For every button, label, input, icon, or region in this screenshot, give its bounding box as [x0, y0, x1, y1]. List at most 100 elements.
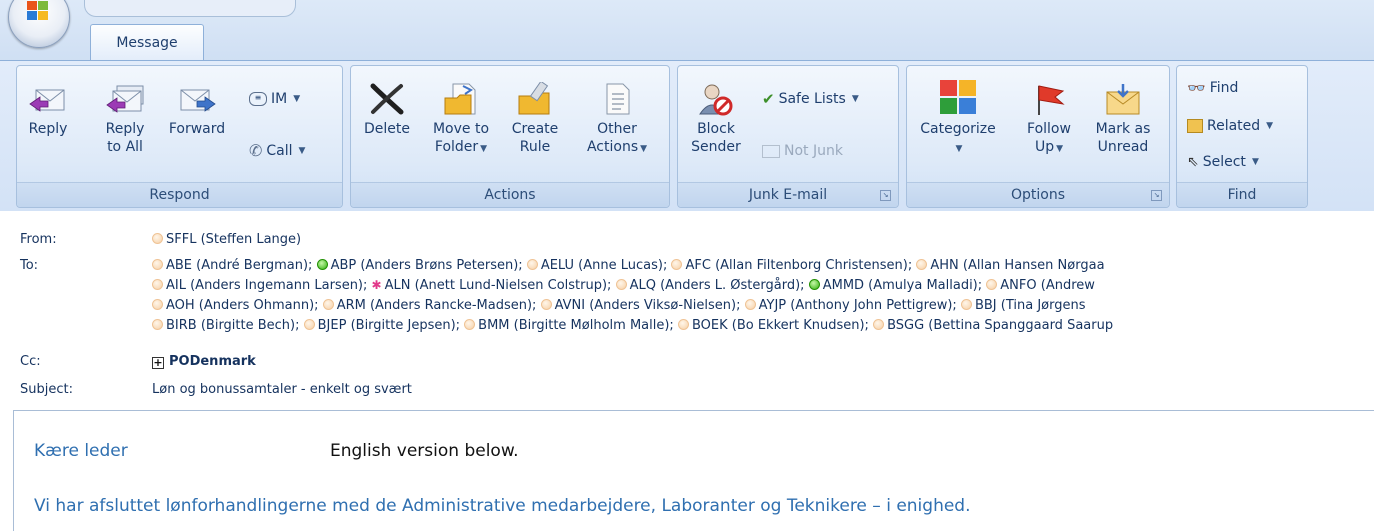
group-label-options: Options	[907, 182, 1169, 207]
reply-button[interactable]: Reply	[25, 82, 71, 138]
find-button[interactable]: 👓 Find	[1187, 78, 1238, 98]
group-junk-email: Block Sender ✔ Safe Lists ▼ Not Junk Junk…	[677, 65, 899, 208]
recipient[interactable]: AHN (Allan Hansen Nørgaa	[916, 258, 1105, 273]
reply-icon	[29, 89, 65, 112]
presence-online-icon	[316, 259, 328, 270]
recipient[interactable]: ABP (Anders Brøns Petersen);	[316, 258, 523, 273]
presence-unknown-icon	[322, 299, 334, 310]
presence-unknown-icon	[152, 319, 163, 330]
dialog-launcher-icon[interactable]: ↘	[1151, 190, 1162, 201]
quick-access-toolbar[interactable]	[84, 0, 296, 17]
office-logo-icon	[27, 1, 49, 21]
expand-plus-icon[interactable]: +	[152, 357, 164, 369]
categorize-button[interactable]: Categorize ▼	[913, 78, 1003, 158]
categorize-icon	[940, 80, 976, 114]
call-button[interactable]: ✆ Call ▼	[249, 141, 305, 161]
not-junk-button[interactable]: Not Junk	[762, 141, 843, 161]
create-rule-button[interactable]: Create Rule	[507, 82, 563, 156]
presence-unknown-icon	[671, 259, 683, 270]
presence-unknown-icon	[152, 233, 163, 244]
subject-label: Subject:	[20, 382, 73, 397]
document-list-icon	[606, 83, 630, 115]
group-find: 👓 Find Related ▼ ⇖ Select ▼ Find	[1176, 65, 1308, 208]
presence-unknown-icon	[744, 299, 756, 310]
mark-as-unread-button[interactable]: Mark as Unread	[1091, 82, 1155, 156]
recipient[interactable]: ALQ (Anders L. Østergård);	[615, 278, 805, 293]
rule-icon	[518, 82, 550, 115]
select-button[interactable]: ⇖ Select ▼	[1187, 152, 1259, 172]
cursor-arrow-icon: ⇖	[1187, 154, 1199, 170]
recipient[interactable]: BSGG (Bettina Spanggaard Saarup	[873, 318, 1113, 333]
recipient[interactable]: BOEK (Bo Ekkert Knudsen);	[677, 318, 869, 333]
dialog-launcher-icon[interactable]: ↘	[880, 190, 891, 201]
chevron-down-icon: ▼	[1056, 144, 1064, 154]
recipient[interactable]: AELU (Anne Lucas);	[526, 258, 667, 273]
office-button[interactable]	[8, 0, 70, 48]
recipient[interactable]: BBJ (Tina Jørgens	[960, 298, 1086, 313]
delete-button[interactable]: Delete	[359, 82, 415, 138]
phone-icon: ✆	[249, 141, 263, 160]
presence-unknown-icon	[152, 259, 163, 270]
presence-unknown-icon	[615, 279, 627, 290]
body-paragraph-1: Vi har afsluttet lønforhandlingerne med …	[34, 496, 971, 516]
recipient[interactable]: AFC (Allan Filtenborg Christensen);	[671, 258, 912, 273]
chevron-down-icon: ▼	[955, 144, 963, 154]
message-body[interactable]: Kære leder English version below. Vi har…	[13, 410, 1374, 531]
recipient[interactable]: ✱ ALN (Anett Lund-Nielsen Colstrup);	[372, 278, 612, 293]
presence-unknown-icon	[677, 319, 689, 330]
forward-button[interactable]: Forward	[165, 82, 229, 138]
to-label: To:	[20, 258, 39, 273]
group-actions: Delete Move to Folder ▼ Create Rule Othe…	[350, 65, 670, 208]
safe-lists-button[interactable]: ✔ Safe Lists ▼	[762, 89, 859, 109]
recipient[interactable]: AMMD (Amulya Malladi);	[808, 278, 982, 293]
title-strip: Message	[0, 0, 1374, 62]
presence-unknown-icon	[303, 319, 315, 330]
presence-unknown-icon	[540, 299, 552, 310]
reply-all-button[interactable]: Reply to All	[99, 82, 151, 156]
chevron-down-icon: ▼	[298, 146, 306, 156]
group-respond: Reply Reply to All Forward ≡ IM ▼ ✆ Call…	[16, 65, 343, 208]
tab-message[interactable]: Message	[90, 24, 204, 60]
presence-unknown-icon	[152, 279, 163, 290]
from-label: From:	[20, 232, 57, 247]
recipient[interactable]: BIRB (Birgitte Bech);	[152, 318, 300, 333]
body-greeting: Kære leder	[34, 441, 128, 461]
recipient[interactable]: BMM (Birgitte Mølholm Malle);	[464, 318, 674, 333]
unread-envelope-icon	[1106, 84, 1140, 115]
chevron-down-icon: ▼	[851, 94, 859, 104]
to-recipients-line-3: AOH (Anders Ohmann); ARM (Anders Rancke-…	[152, 298, 1086, 313]
related-button[interactable]: Related ▼	[1187, 116, 1273, 136]
folder-move-icon	[444, 83, 476, 115]
presence-unknown-icon	[960, 299, 972, 310]
cc-group[interactable]: + PODenmark	[152, 354, 256, 369]
recipient[interactable]: AIL (Anders Ingemann Larsen);	[152, 278, 367, 293]
presence-unknown-icon	[916, 259, 928, 270]
recipient[interactable]: ANFO (Andrew	[986, 278, 1095, 293]
block-sender-button[interactable]: Block Sender	[684, 82, 748, 156]
chevron-down-icon: ▼	[1266, 121, 1274, 131]
recipient[interactable]: ARM (Anders Rancke-Madsen);	[322, 298, 536, 313]
group-label-respond: Respond	[17, 182, 342, 207]
chevron-down-icon: ▼	[1251, 157, 1259, 167]
related-icon	[1187, 119, 1203, 133]
presence-unknown-icon	[873, 319, 885, 330]
recipient[interactable]: BJEP (Birgitte Jepsen);	[303, 318, 460, 333]
im-button[interactable]: ≡ IM ▼	[249, 89, 300, 109]
to-recipients-line-4: BIRB (Birgitte Bech); BJEP (Birgitte Jep…	[152, 318, 1113, 333]
group-label-find: Find	[1177, 182, 1307, 207]
from-value[interactable]: SFFL (Steffen Lange)	[152, 232, 301, 247]
safe-lists-icon: ✔	[762, 90, 775, 108]
reply-all-icon	[106, 85, 144, 113]
recipient[interactable]: AVNI (Anders Viksø-Nielsen);	[540, 298, 741, 313]
recipient[interactable]: AYJP (Anthony John Pettigrew);	[744, 298, 957, 313]
move-to-folder-button[interactable]: Move to Folder ▼	[429, 82, 493, 158]
not-junk-envelope-icon	[762, 144, 780, 158]
recipient[interactable]: AOH (Anders Ohmann);	[152, 298, 319, 313]
chevron-down-icon: ▼	[293, 94, 301, 104]
other-actions-button[interactable]: Other Actions ▼	[579, 82, 655, 158]
recipient[interactable]: ABE (André Bergman);	[152, 258, 312, 273]
follow-up-button[interactable]: Follow Up ▼	[1019, 82, 1079, 158]
to-recipients-line-1: ABE (André Bergman); ABP (Anders Brøns P…	[152, 258, 1105, 273]
presence-online-icon	[808, 279, 820, 290]
chevron-down-icon: ▼	[640, 144, 648, 154]
